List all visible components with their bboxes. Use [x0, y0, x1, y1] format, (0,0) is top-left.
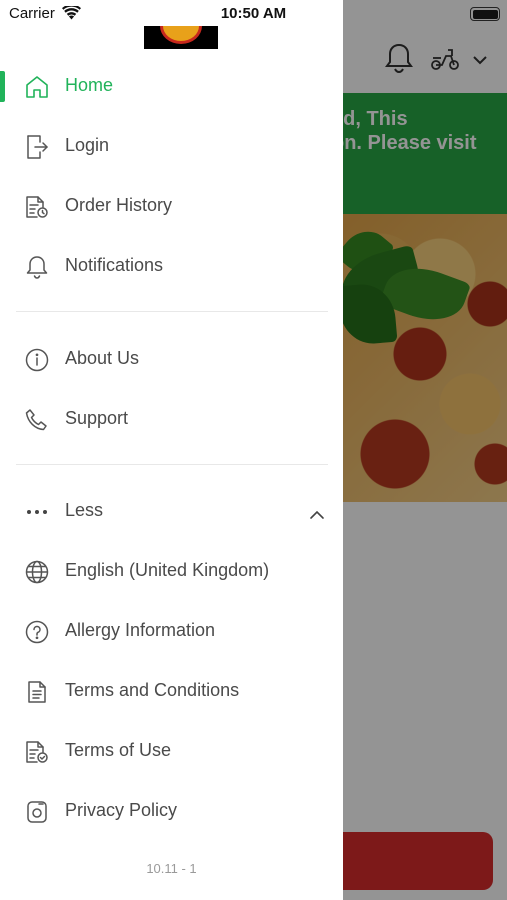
menu-toggle-less[interactable]: Less — [0, 481, 343, 541]
menu-item-login[interactable]: Login — [0, 116, 343, 176]
menu-item-terms-and-conditions[interactable]: Terms and Conditions — [0, 661, 343, 721]
menu-item-label: Support — [65, 408, 129, 428]
menu-item-home[interactable]: Home — [0, 56, 343, 116]
menu-item-allergy-information[interactable]: Allergy Information — [0, 601, 343, 661]
menu-item-label: Terms and Conditions — [65, 680, 240, 700]
menu-item-label: Home — [65, 75, 114, 95]
bell-icon — [24, 254, 50, 280]
status-bar: Carrier 10:50 AM — [0, 0, 507, 26]
document-icon — [24, 679, 50, 705]
question-icon — [24, 619, 50, 645]
privacy-icon — [24, 799, 50, 825]
menu-item-label: Privacy Policy — [65, 800, 178, 820]
restaurant-logo — [144, 26, 218, 49]
active-indicator — [0, 71, 5, 102]
menu-item-label: About Us — [65, 348, 140, 368]
navigation-drawer: Home Login Order History Notifications A… — [0, 0, 343, 900]
globe-icon — [24, 559, 50, 585]
document-check-icon — [24, 739, 50, 765]
menu-item-label: Order History — [65, 195, 173, 215]
menu-item-support[interactable]: Support — [0, 389, 343, 449]
menu-item-privacy-policy[interactable]: Privacy Policy — [0, 781, 343, 841]
info-icon — [24, 347, 50, 373]
menu-item-about-us[interactable]: About Us — [0, 329, 343, 389]
menu-item-label: Login — [65, 135, 110, 155]
clock-time: 10:50 AM — [220, 5, 287, 22]
menu-divider — [16, 464, 328, 465]
menu-item-label: English (United Kingdom) — [65, 560, 270, 580]
app-version: 10.11 - 1 — [146, 861, 197, 876]
phone-icon — [24, 407, 50, 433]
battery-icon — [470, 7, 500, 21]
menu-item-language[interactable]: English (United Kingdom) — [0, 541, 343, 601]
menu-item-label: Notifications — [65, 255, 164, 275]
menu-item-notifications[interactable]: Notifications — [0, 236, 343, 296]
more-dots-icon — [24, 499, 50, 525]
chevron-up-icon — [309, 507, 325, 525]
home-icon — [24, 74, 50, 100]
menu-item-label: Terms of Use — [65, 740, 172, 760]
order-history-icon — [24, 194, 50, 220]
menu-item-terms-of-use[interactable]: Terms of Use — [0, 721, 343, 781]
menu-item-order-history[interactable]: Order History — [0, 176, 343, 236]
menu-item-label: Allergy Information — [65, 620, 216, 640]
menu-item-label: Less — [65, 500, 104, 520]
menu-divider — [16, 311, 328, 312]
login-icon — [24, 134, 50, 160]
